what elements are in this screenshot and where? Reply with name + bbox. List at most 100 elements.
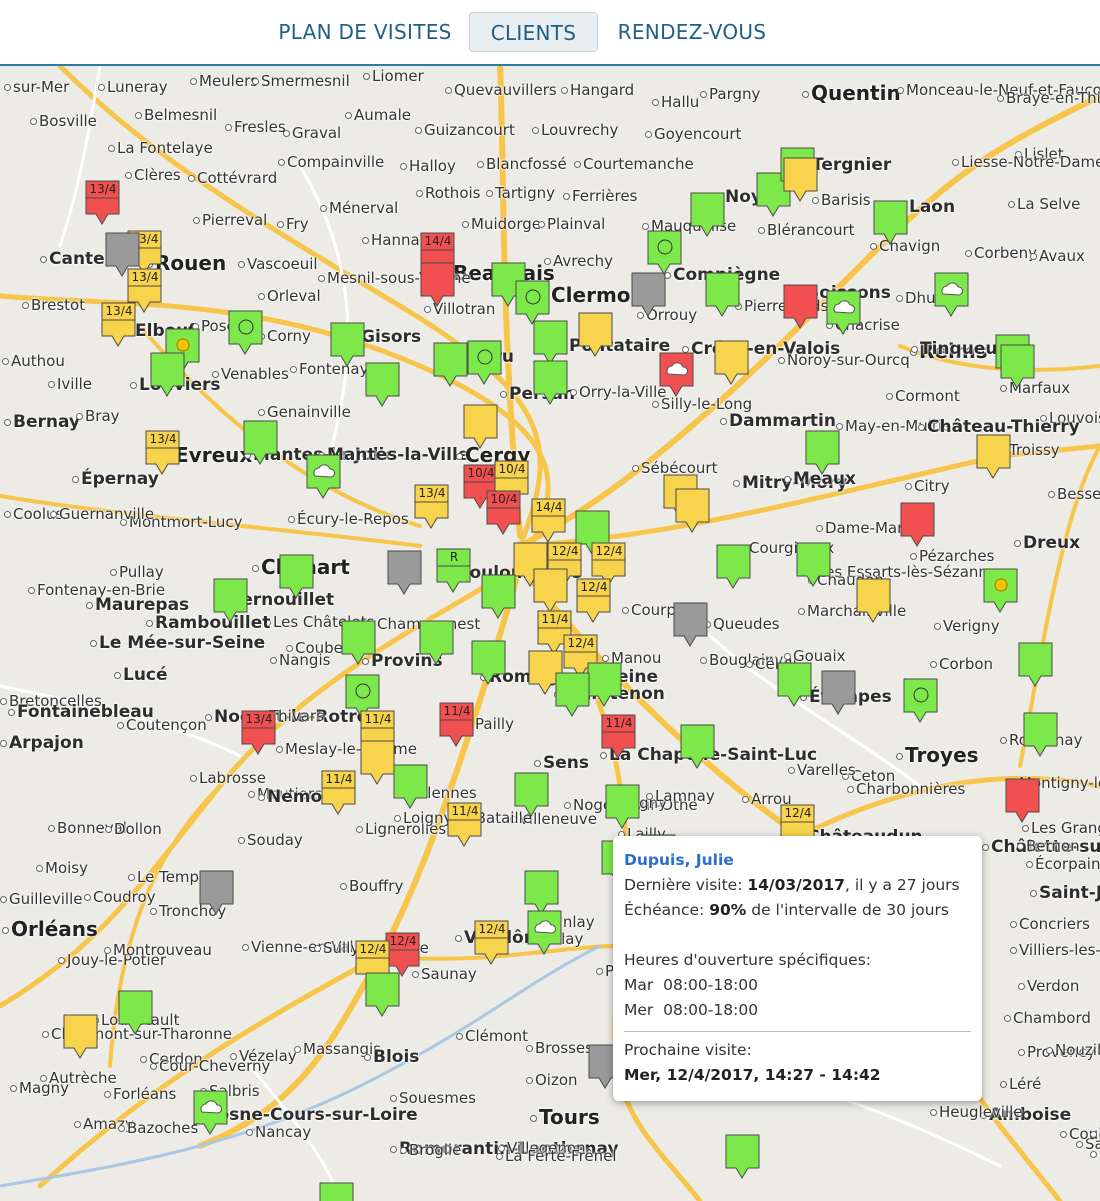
client-marker-green[interactable] <box>365 362 401 408</box>
marker-shape <box>463 404 498 449</box>
place-label: Varelles <box>788 762 856 779</box>
client-marker-green[interactable] <box>365 972 401 1018</box>
client-marker-green[interactable] <box>826 290 862 336</box>
client-marker-yellow[interactable]: 11/4 <box>321 770 357 816</box>
client-marker-green[interactable] <box>527 910 563 956</box>
tab-plan-de-visites[interactable]: PLAN DE VISITES <box>276 12 454 52</box>
client-name[interactable]: Dupuis, Julie <box>624 848 971 873</box>
client-marker-red[interactable] <box>1005 778 1041 824</box>
client-marker-green[interactable] <box>934 272 970 318</box>
place-label: Nangis <box>270 652 330 669</box>
client-marker-yellow[interactable]: 13/4 <box>145 430 181 476</box>
last-visit-line: Dernière visite: 14/03/2017, il y a 27 j… <box>624 873 971 898</box>
client-marker-green[interactable] <box>805 430 841 476</box>
client-marker-green[interactable] <box>647 230 683 276</box>
deadline-percent: 90% <box>709 901 747 919</box>
client-marker-green[interactable] <box>306 454 342 500</box>
client-marker-red[interactable]: 13/4 <box>85 180 121 226</box>
client-marker-green[interactable] <box>341 620 377 666</box>
map-canvas[interactable]: sur-Mer Luneray Meulers Smermesnil Liomer Que… <box>0 66 1100 1201</box>
client-marker-green[interactable] <box>725 1134 761 1180</box>
client-marker-yellow[interactable] <box>976 434 1012 480</box>
tab-clients[interactable]: CLIENTS <box>469 12 598 52</box>
client-marker-green[interactable] <box>716 544 752 590</box>
client-marker-green[interactable] <box>481 574 517 620</box>
client-marker-green[interactable] <box>983 568 1019 614</box>
place-label: Ferrières <box>563 188 637 205</box>
place-label: Saunay <box>412 966 477 983</box>
client-marker-green[interactable] <box>903 678 939 724</box>
client-marker-green[interactable] <box>533 360 569 406</box>
client-marker-green[interactable] <box>705 272 741 318</box>
place-label: Verigny <box>934 618 1000 635</box>
client-marker-green[interactable] <box>1023 712 1059 758</box>
client-marker-green[interactable] <box>1000 344 1036 390</box>
client-marker-green[interactable] <box>467 340 503 386</box>
client-marker-green[interactable] <box>690 192 726 238</box>
client-marker-red[interactable]: 10/4 <box>486 490 522 536</box>
client-marker-green[interactable] <box>587 662 623 708</box>
place-label: Liomer <box>363 68 424 85</box>
client-marker-gray[interactable] <box>631 272 667 318</box>
client-marker-yellow[interactable]: 14/4 <box>531 498 567 544</box>
client-marker-red[interactable]: 13/4 <box>241 710 277 756</box>
client-marker-gray[interactable] <box>105 232 141 278</box>
client-marker-green[interactable] <box>514 772 550 818</box>
client-marker-red[interactable]: 11/4 <box>439 702 475 748</box>
place-label: Cottévrard <box>188 170 277 187</box>
client-marker-gray[interactable] <box>387 550 423 596</box>
client-marker-green[interactable] <box>777 662 813 708</box>
client-marker-yellow[interactable] <box>783 157 819 203</box>
client-marker-green[interactable] <box>330 322 366 368</box>
client-marker-gray[interactable] <box>673 602 709 648</box>
client-marker-gray[interactable] <box>199 870 235 916</box>
place-label: Tartigny <box>486 185 555 202</box>
client-marker-yellow[interactable] <box>63 1014 99 1060</box>
client-marker-yellow[interactable] <box>675 488 711 534</box>
client-marker-green[interactable] <box>279 554 315 600</box>
client-marker-yellow[interactable] <box>533 568 569 614</box>
client-marker-red[interactable] <box>659 352 695 398</box>
marker-date-label: 10/4 <box>491 492 518 506</box>
client-marker-green[interactable] <box>796 542 832 588</box>
client-marker-yellow[interactable]: 12/4 <box>576 578 612 624</box>
client-marker-green[interactable] <box>419 620 455 666</box>
client-marker-green[interactable] <box>228 310 264 356</box>
client-marker-yellow[interactable] <box>463 404 499 450</box>
client-marker-yellow[interactable] <box>714 340 750 386</box>
client-marker-green[interactable] <box>605 784 641 830</box>
client-marker-green[interactable] <box>471 640 507 686</box>
client-marker-yellow[interactable]: 13/4 <box>414 484 450 530</box>
client-marker-red[interactable] <box>783 284 819 330</box>
client-marker-red[interactable] <box>420 262 456 308</box>
client-marker-green[interactable] <box>1018 642 1054 688</box>
client-marker-green[interactable]: R <box>436 548 472 594</box>
client-marker-green[interactable] <box>393 764 429 810</box>
client-marker-green[interactable] <box>213 578 249 624</box>
client-marker-yellow[interactable]: 11/4 <box>447 802 483 848</box>
marker-date-label: 11/4 <box>444 704 471 718</box>
client-marker-yellow[interactable]: 12/4 <box>474 920 510 966</box>
client-marker-yellow[interactable]: 13/4 <box>101 302 137 348</box>
client-marker-green[interactable] <box>873 200 909 246</box>
client-marker-red[interactable] <box>900 502 936 548</box>
place-label: Blois <box>364 1048 419 1067</box>
client-marker-green[interactable] <box>319 1182 355 1201</box>
client-marker-red[interactable]: 11/4 <box>601 714 637 760</box>
client-marker-green[interactable] <box>555 672 591 718</box>
place-label: Nancay <box>246 1124 311 1141</box>
client-marker-yellow[interactable] <box>360 740 396 786</box>
place-label: Fresles <box>225 119 286 136</box>
client-marker-green[interactable] <box>680 724 716 770</box>
client-marker-gray[interactable] <box>821 670 857 716</box>
client-marker-green[interactable] <box>150 352 186 398</box>
client-marker-green[interactable] <box>193 1090 229 1136</box>
place-label: Écury-le-Repos <box>288 511 409 528</box>
client-marker-green[interactable] <box>433 342 469 388</box>
client-marker-yellow[interactable] <box>856 578 892 624</box>
client-marker-green[interactable] <box>243 420 279 466</box>
tab-rendez-vous[interactable]: RENDEZ-VOUS <box>612 12 772 52</box>
place-label: Hallu <box>652 94 699 111</box>
client-marker-yellow[interactable] <box>578 312 614 358</box>
client-marker-green[interactable] <box>118 990 154 1036</box>
